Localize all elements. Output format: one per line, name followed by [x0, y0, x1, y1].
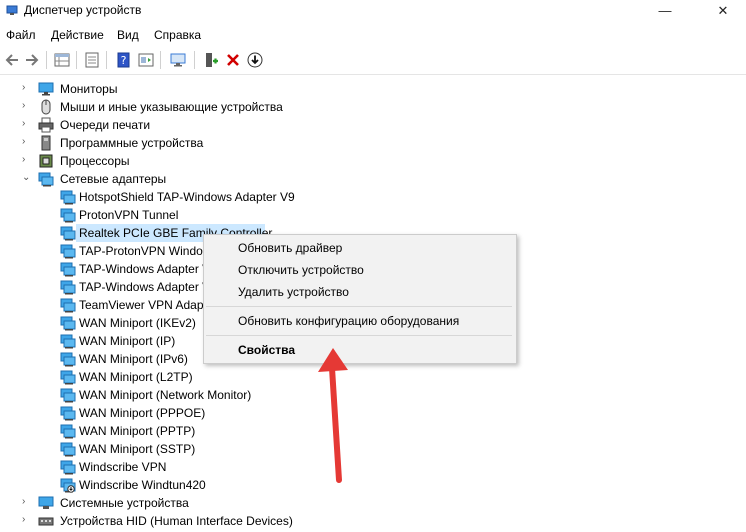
annotation-arrow: [318, 348, 348, 483]
